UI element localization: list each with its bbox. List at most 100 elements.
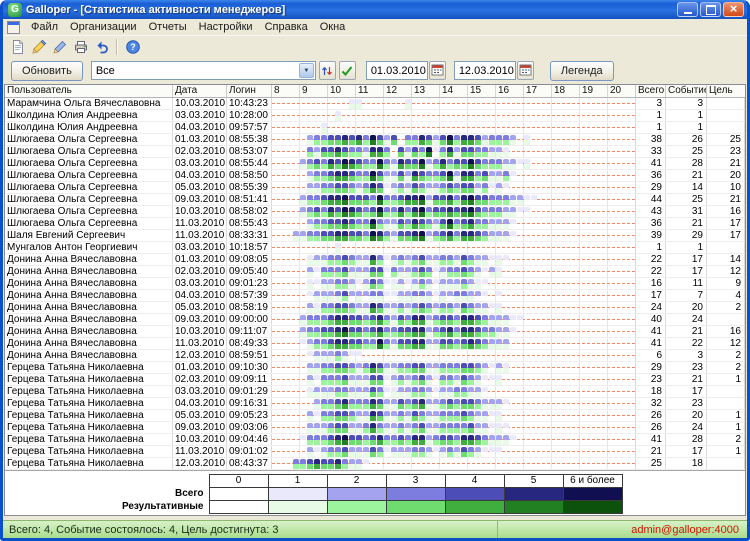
column-header-date[interactable]: Дата <box>173 85 227 97</box>
result-half <box>496 308 502 313</box>
heat-cell <box>321 315 327 325</box>
heat-cell <box>510 135 516 145</box>
table-row[interactable]: Донина Анна Вячеславовна 10.03.2010 09:11:… <box>5 326 745 338</box>
heat-cell <box>489 195 495 205</box>
table-row[interactable]: Шлюгаева Ольга Сергеевна 03.03.2010 08:55:… <box>5 158 745 170</box>
table-row[interactable]: Донина Анна Вячеславовна 12.03.2010 08:59:… <box>5 350 745 362</box>
heat-cell <box>405 135 411 145</box>
result-half <box>391 392 397 397</box>
column-header-event[interactable]: Событие <box>666 85 707 97</box>
table-row[interactable]: Донина Анна Вячеславовна 11.03.2010 08:49:… <box>5 338 745 350</box>
table-row[interactable]: Герцева Татьяна Николаевна 12.03.2010 08:4… <box>5 458 745 470</box>
result-half <box>412 332 418 337</box>
table-row[interactable]: Донина Анна Вячеславовна 03.03.2010 09:01:… <box>5 278 745 290</box>
table-row[interactable]: Школдина Юлия Андреевна 03.03.2010 10:28:0… <box>5 110 745 122</box>
new-document-button[interactable] <box>7 37 28 57</box>
table-row[interactable]: Шлюгаева Ольга Сергеевна 10.03.2010 08:58:… <box>5 206 745 218</box>
menu-item[interactable]: Отчеты <box>143 20 193 34</box>
table-row[interactable]: Герцева Татьяна Николаевна 11.03.2010 09:0… <box>5 446 745 458</box>
heat-cell <box>398 207 404 217</box>
result-half <box>503 152 509 157</box>
menu-item[interactable]: Справка <box>259 20 314 34</box>
table-row[interactable]: Мунгалов Антон Георгиевич 03.03.2010 10:18… <box>5 242 745 254</box>
result-half <box>447 152 453 157</box>
table-row[interactable]: Донина Анна Вячеславовна 09.03.2010 09:00:… <box>5 314 745 326</box>
minimize-button[interactable] <box>677 2 698 17</box>
menu-item[interactable]: Организации <box>64 20 143 34</box>
table-row[interactable]: Шлюгаева Ольга Сергеевна 11.03.2010 08:55:… <box>5 218 745 230</box>
printer-button[interactable] <box>70 37 91 57</box>
heat-cell <box>510 171 516 181</box>
table-row[interactable]: Герцева Татьяна Николаевна 01.03.2010 09:1… <box>5 362 745 374</box>
table-row[interactable]: Герцева Татьяна Николаевна 09.03.2010 09:0… <box>5 422 745 434</box>
event-cell: 31 <box>666 206 707 217</box>
heat-cell <box>433 159 439 169</box>
refresh-button[interactable]: Обновить <box>11 60 83 81</box>
result-half <box>321 152 327 157</box>
column-header-total[interactable]: Всего <box>636 85 666 97</box>
confirm-check-button[interactable] <box>338 61 356 80</box>
table-row[interactable]: Шлюгаева Ольга Сергеевна 09.03.2010 08:51:… <box>5 194 745 206</box>
edit-pen-button[interactable] <box>49 37 70 57</box>
heat-cell <box>419 447 425 457</box>
heat-cell <box>447 183 453 193</box>
heat-cell <box>328 459 334 469</box>
result-half <box>419 392 425 397</box>
table-row[interactable]: Герцева Татьяна Николаевна 05.03.2010 09:0… <box>5 410 745 422</box>
chevron-down-icon[interactable] <box>298 63 314 78</box>
result-half <box>307 452 313 457</box>
result-half <box>370 404 376 409</box>
table-row[interactable]: Шаля Евгений Сергеевич 11.03.2010 08:33:31… <box>5 230 745 242</box>
result-half <box>482 392 488 397</box>
maximize-button[interactable] <box>700 2 721 17</box>
help-button[interactable]: ? <box>122 37 143 57</box>
table-row[interactable]: Донина Анна Вячеславовна 05.03.2010 08:58:… <box>5 302 745 314</box>
legend-button[interactable]: Легенда <box>549 60 614 81</box>
table-row[interactable]: Герцева Татьяна Николаевна 04.03.2010 09:1… <box>5 398 745 410</box>
event-cell: 17 <box>666 446 707 457</box>
table-row[interactable]: Герцева Татьяна Николаевна 03.03.2010 09:0… <box>5 386 745 398</box>
heat-cell <box>363 399 369 409</box>
close-button[interactable] <box>723 2 744 17</box>
heat-cell <box>461 207 467 217</box>
heat-cell <box>300 327 306 337</box>
column-header-user[interactable]: Пользователь <box>5 85 173 97</box>
date-from-calendar-button[interactable] <box>428 61 446 80</box>
result-half <box>300 332 306 337</box>
manager-filter-combo[interactable]: Все <box>90 61 316 80</box>
edit-pencil-button[interactable] <box>28 37 49 57</box>
heat-cell <box>398 159 404 169</box>
table-row[interactable]: Школдина Юлия Андреевна 04.03.2010 09:57:5… <box>5 122 745 134</box>
menu-item[interactable]: Настройки <box>193 20 259 34</box>
heat-cell <box>391 159 397 169</box>
menu-item[interactable]: Окна <box>314 20 352 34</box>
date-to-field[interactable]: 12.03.2010 <box>453 61 516 80</box>
table-row[interactable]: Шлюгаева Ольга Сергеевна 01.03.2010 08:55:… <box>5 134 745 146</box>
result-half <box>419 380 425 385</box>
column-header-goal[interactable]: Цель <box>707 85 745 97</box>
result-half <box>433 176 439 181</box>
result-half <box>356 188 362 193</box>
menu-item[interactable]: Файл <box>25 20 64 34</box>
table-row[interactable]: Донина Анна Вячеславовна 02.03.2010 09:05:… <box>5 266 745 278</box>
result-half <box>335 392 341 397</box>
heat-cell <box>468 267 474 277</box>
heat-cell <box>363 363 369 373</box>
table-row[interactable]: Марамчина Ольга Вячеславовна 10.03.2010 10… <box>5 98 745 110</box>
undo-arrow-button[interactable] <box>91 37 112 57</box>
result-half <box>391 332 397 337</box>
table-row[interactable]: Шлюгаева Ольга Сергеевна 02.03.2010 08:53:… <box>5 146 745 158</box>
date-from-field[interactable]: 01.03.2010 <box>365 61 428 80</box>
total-cell: 1 <box>636 242 666 253</box>
result-half <box>307 212 313 217</box>
table-row[interactable]: Герцева Татьяна Николаевна 02.03.2010 09:0… <box>5 374 745 386</box>
table-row[interactable]: Герцева Татьяна Николаевна 10.03.2010 09:0… <box>5 434 745 446</box>
table-row[interactable]: Шлюгаева Ольга Сергеевна 05.03.2010 08:55:… <box>5 182 745 194</box>
sort-arrows-button[interactable] <box>318 61 336 80</box>
activity-heatmap <box>272 350 636 361</box>
table-row[interactable]: Донина Анна Вячеславовна 04.03.2010 08:57:… <box>5 290 745 302</box>
date-to-calendar-button[interactable] <box>516 61 534 80</box>
column-header-login[interactable]: Логин <box>227 85 272 97</box>
table-row[interactable]: Донина Анна Вячеславовна 01.03.2010 09:08:… <box>5 254 745 266</box>
table-row[interactable]: Шлюгаева Ольга Сергеевна 04.03.2010 08:58:… <box>5 170 745 182</box>
